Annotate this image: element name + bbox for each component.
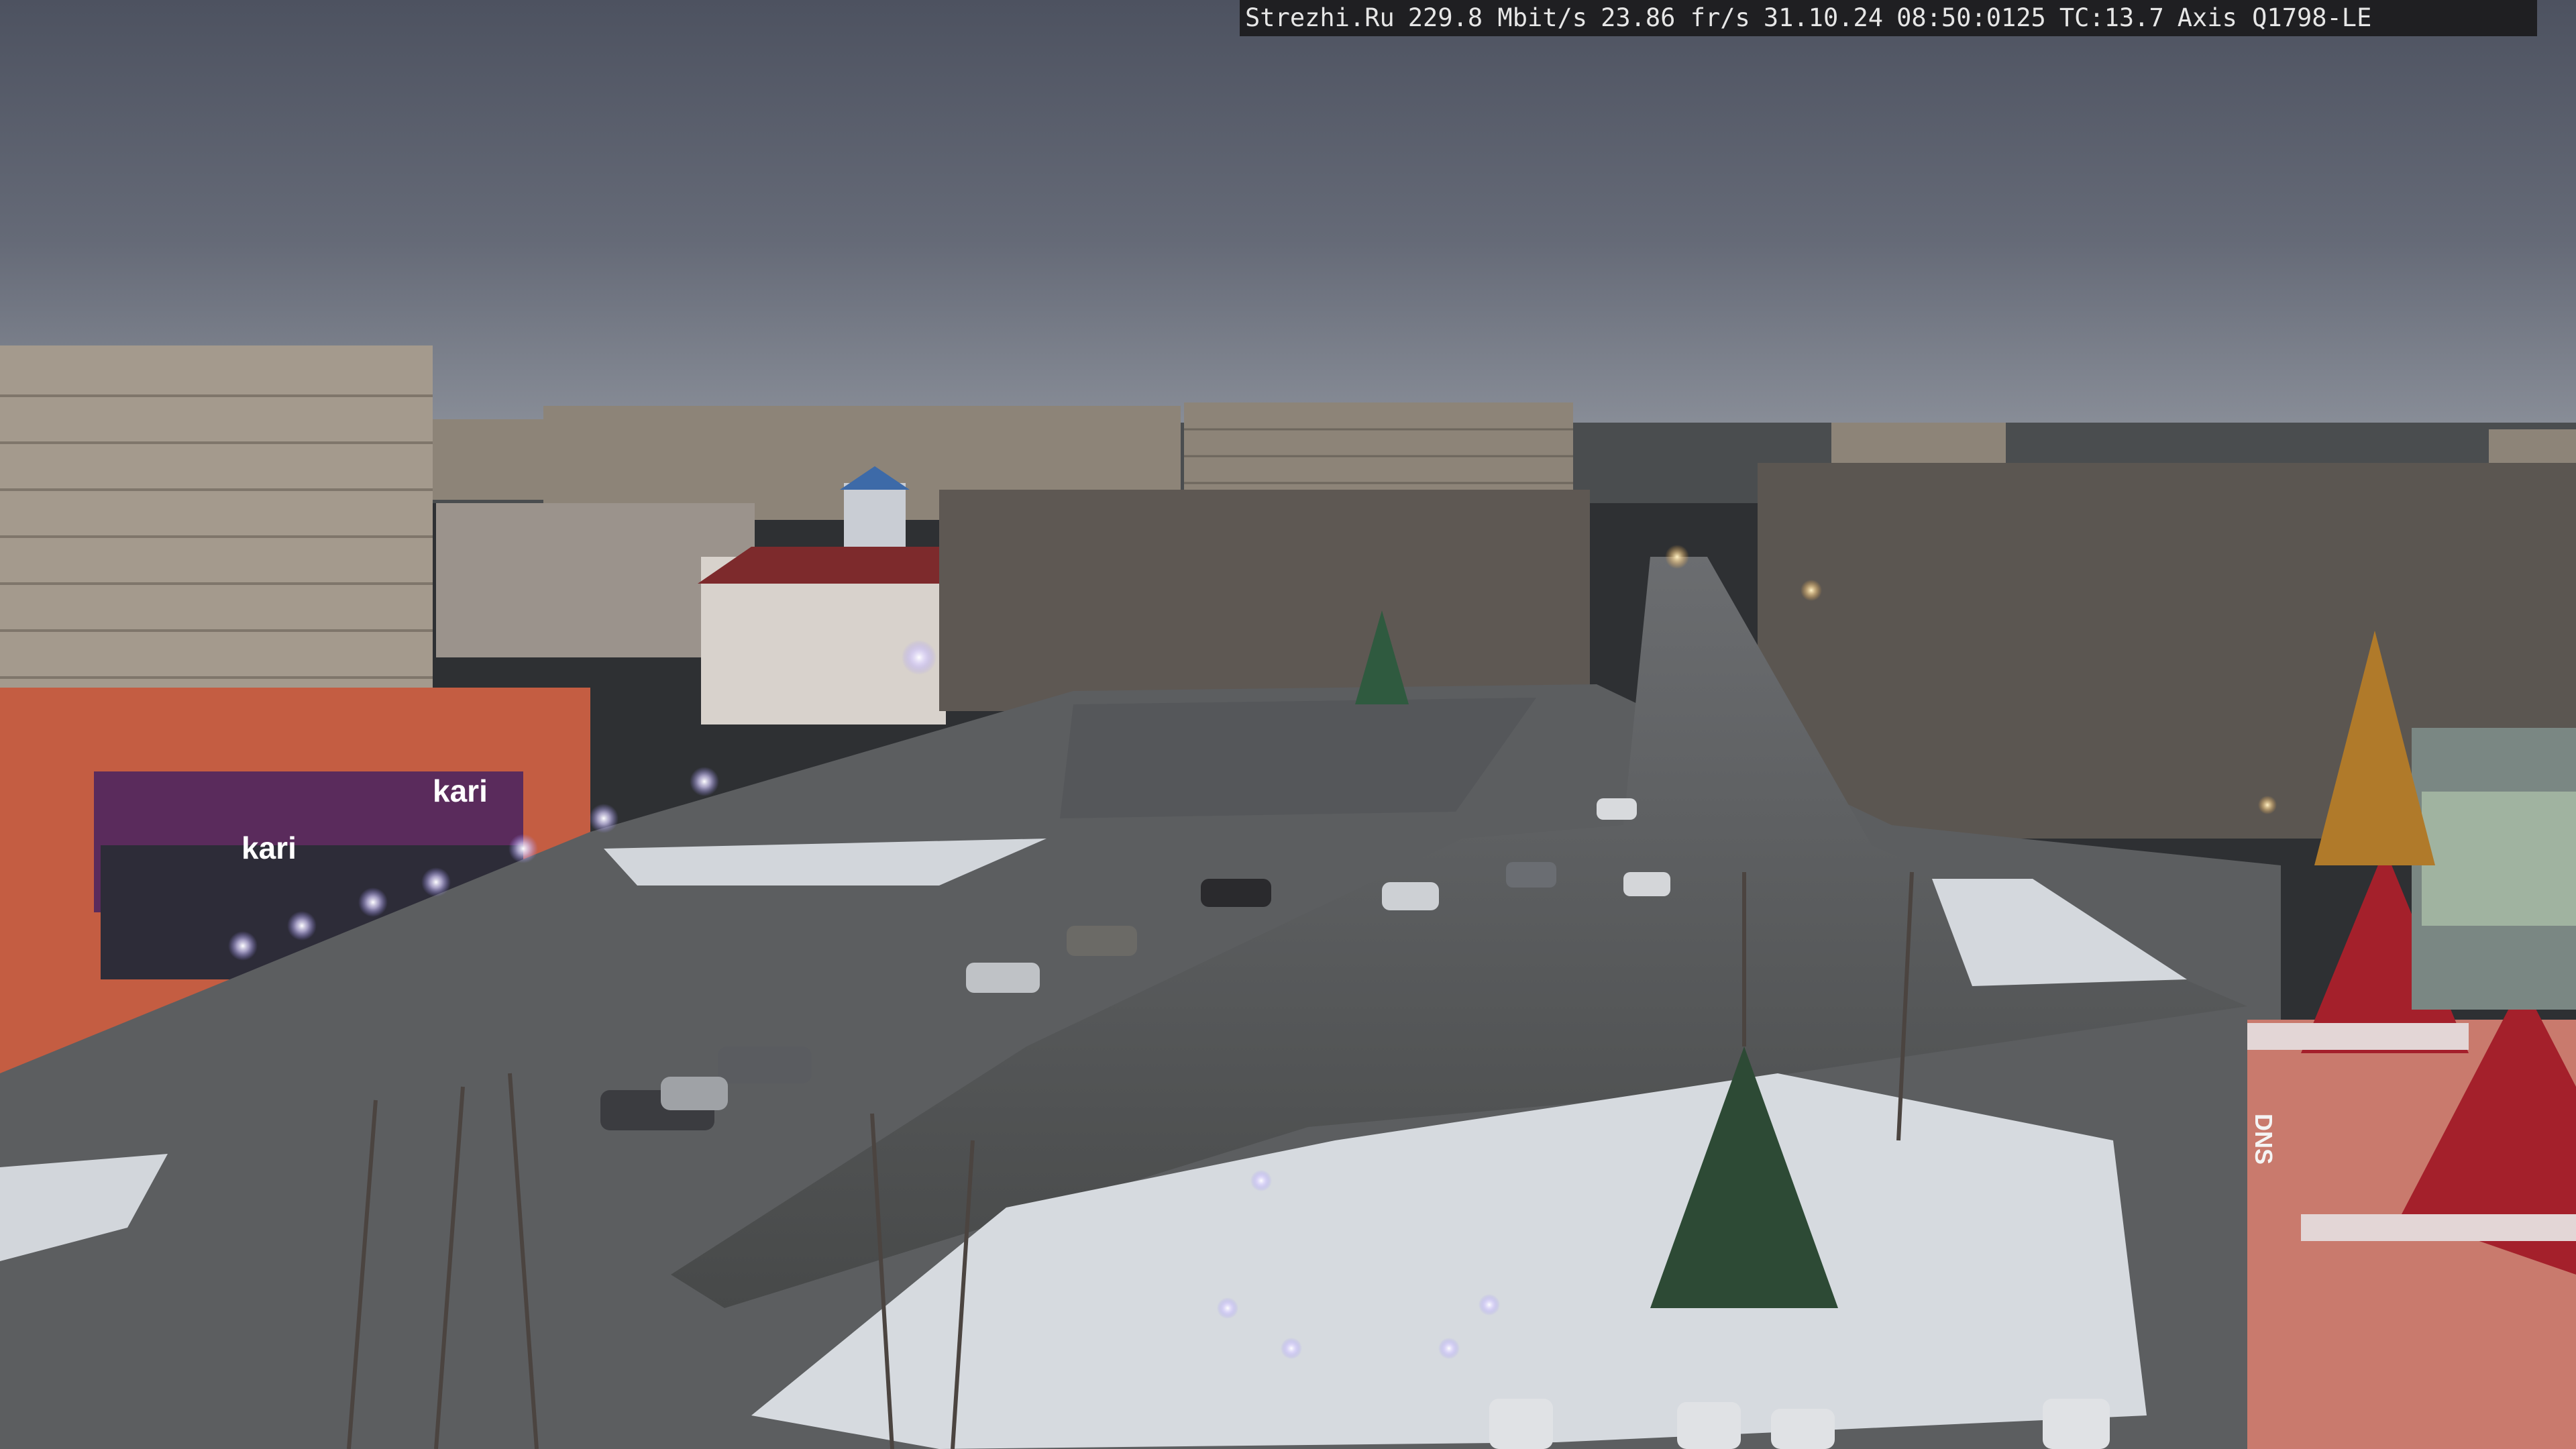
- overlay-date: 31.10.24: [1763, 3, 1884, 32]
- camera-overlay-bar: Strezhi.Ru 229.8 Mbit/s 23.86 fr/s 31.10.24…: [1240, 0, 2537, 36]
- blue-tower: [844, 483, 906, 547]
- overlay-framerate: 23.86 fr/s: [1601, 3, 1750, 32]
- overlay-time: 08:50:0125: [1896, 3, 2046, 32]
- street-scene: kari kari DNS: [0, 0, 2576, 1449]
- store-sign-kari-1: kari: [433, 773, 488, 808]
- overlay-camera-model: Axis Q1798-LE: [2177, 3, 2372, 32]
- left-forest: [939, 490, 1590, 711]
- overlay-bitrate: 229.8 Mbit/s: [1407, 3, 1588, 32]
- store-sign-dns: DNS: [2250, 1114, 2277, 1165]
- overlay-site: Strezhi.Ru: [1245, 3, 1395, 32]
- dns-roof-snow-1: [2247, 1023, 2469, 1050]
- overlay-tc: TC:13.7: [2059, 3, 2164, 32]
- camera-frame: kari kari DNS Strezhi.Ru 229.8 Mbit/s 23…: [0, 0, 2576, 1449]
- shopping-hall-lights: [2422, 792, 2576, 926]
- store-sign-kari-2: kari: [241, 830, 297, 865]
- dns-roof-snow-2: [2301, 1214, 2576, 1241]
